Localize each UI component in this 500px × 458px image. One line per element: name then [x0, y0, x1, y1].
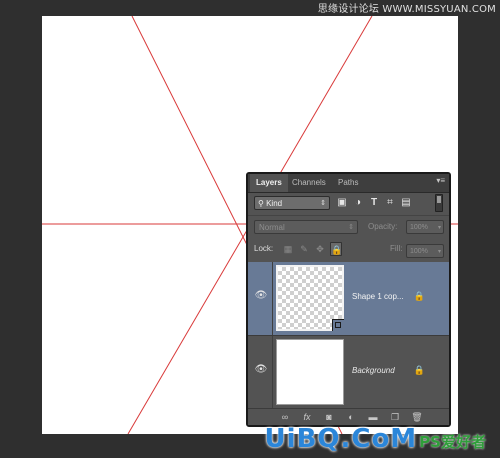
- visibility-separator: [272, 336, 273, 409]
- layers-panel: Layers Channels Paths ▾≡ ⚲ Kind ⇕ ▣ ◑ T …: [246, 172, 451, 427]
- layers-list: 👁 Shape 1 cop... 🔒 👁 Background 🔒: [248, 262, 449, 410]
- blend-mode-select[interactable]: Normal ⇕: [254, 220, 358, 234]
- opacity-label: Opacity:: [368, 222, 398, 231]
- filter-row: ⚲ Kind ⇕ ▣ ◑ T ⌗ ▤: [254, 194, 445, 212]
- lock-row: Lock: ▦ ✎ ✥ 🔒 Fill: 100% ▾: [254, 242, 445, 258]
- lock-transparent-icon[interactable]: ▦: [282, 242, 294, 256]
- lock-image-icon[interactable]: ✎: [298, 242, 310, 256]
- stepper-arrows-icon: ⇕: [320, 200, 326, 207]
- opacity-value: 100%: [410, 224, 428, 231]
- divider: [248, 215, 449, 216]
- smart-object-filter-icon[interactable]: ▤: [400, 196, 412, 210]
- adjustment-filter-icon[interactable]: ◑: [352, 196, 364, 210]
- lock-label: Lock:: [254, 244, 274, 253]
- opacity-field[interactable]: 100% ▾: [406, 220, 444, 234]
- filter-toggle[interactable]: [435, 194, 443, 212]
- chevron-down-icon: ▾: [437, 249, 441, 255]
- lock-icon: 🔒: [413, 291, 425, 301]
- lock-position-icon[interactable]: ✥: [314, 242, 326, 256]
- panel-menu-icon[interactable]: ▾≡: [436, 176, 445, 185]
- folder-icon[interactable]: ▬: [366, 410, 380, 424]
- layer-row-background[interactable]: 👁 Background 🔒: [248, 336, 449, 410]
- fill-value: 100%: [410, 248, 428, 255]
- visibility-separator: [272, 262, 273, 335]
- tab-layers[interactable]: Layers: [250, 174, 288, 192]
- kind-filter-select[interactable]: ⚲ Kind ⇕: [254, 196, 330, 210]
- blend-mode-value: Normal: [259, 223, 285, 232]
- watermark-bottom: UiBQ.CoM PS爱好者: [265, 424, 486, 454]
- layer-name[interactable]: Background: [352, 366, 395, 375]
- mask-icon[interactable]: ◙: [322, 410, 336, 424]
- type-filter-icon[interactable]: T: [368, 196, 380, 210]
- layer-name[interactable]: Shape 1 cop...: [352, 292, 404, 301]
- adjustment-icon[interactable]: ◐: [344, 410, 358, 424]
- fill-field[interactable]: 100% ▾: [406, 244, 444, 258]
- fx-icon[interactable]: fx: [300, 410, 314, 424]
- panel-footer: ∞ fx ◙ ◐ ▬ ❐ 🗑: [248, 408, 449, 425]
- tab-paths[interactable]: Paths: [332, 174, 364, 192]
- panel-tab-bar: Layers Channels Paths ▾≡: [248, 174, 449, 193]
- lock-icon: 🔒: [413, 365, 425, 375]
- fill-label: Fill:: [390, 244, 403, 253]
- search-icon: ⚲: [258, 199, 267, 208]
- new-layer-icon[interactable]: ❐: [388, 410, 402, 424]
- stepper-arrows-icon: ⇕: [348, 224, 354, 231]
- pixel-filter-icon[interactable]: ▣: [336, 196, 348, 210]
- watermark-top: 思缘设计论坛 WWW.MISSYUAN.COM: [317, 4, 496, 15]
- layer-thumbnail[interactable]: [276, 339, 344, 405]
- trash-icon[interactable]: 🗑: [410, 410, 424, 424]
- blend-row: Normal ⇕ Opacity: 100% ▾: [254, 218, 445, 236]
- kind-label: Kind: [266, 199, 283, 208]
- shape-filter-icon[interactable]: ⌗: [384, 196, 396, 210]
- tab-channels[interactable]: Channels: [286, 174, 332, 192]
- layer-row-shape[interactable]: 👁 Shape 1 cop... 🔒: [248, 262, 449, 336]
- link-icon[interactable]: ∞: [278, 410, 292, 424]
- shape-layer-badge-icon: [332, 319, 344, 331]
- watermark-brand: UiBQ.CoM: [264, 424, 418, 454]
- chevron-down-icon: ▾: [437, 225, 441, 231]
- layer-thumbnail[interactable]: [276, 265, 344, 331]
- eye-icon[interactable]: 👁: [254, 364, 268, 378]
- eye-icon[interactable]: 👁: [254, 290, 268, 304]
- watermark-sub: PS爱好者: [419, 433, 486, 451]
- lock-all-icon[interactable]: 🔒: [330, 242, 342, 256]
